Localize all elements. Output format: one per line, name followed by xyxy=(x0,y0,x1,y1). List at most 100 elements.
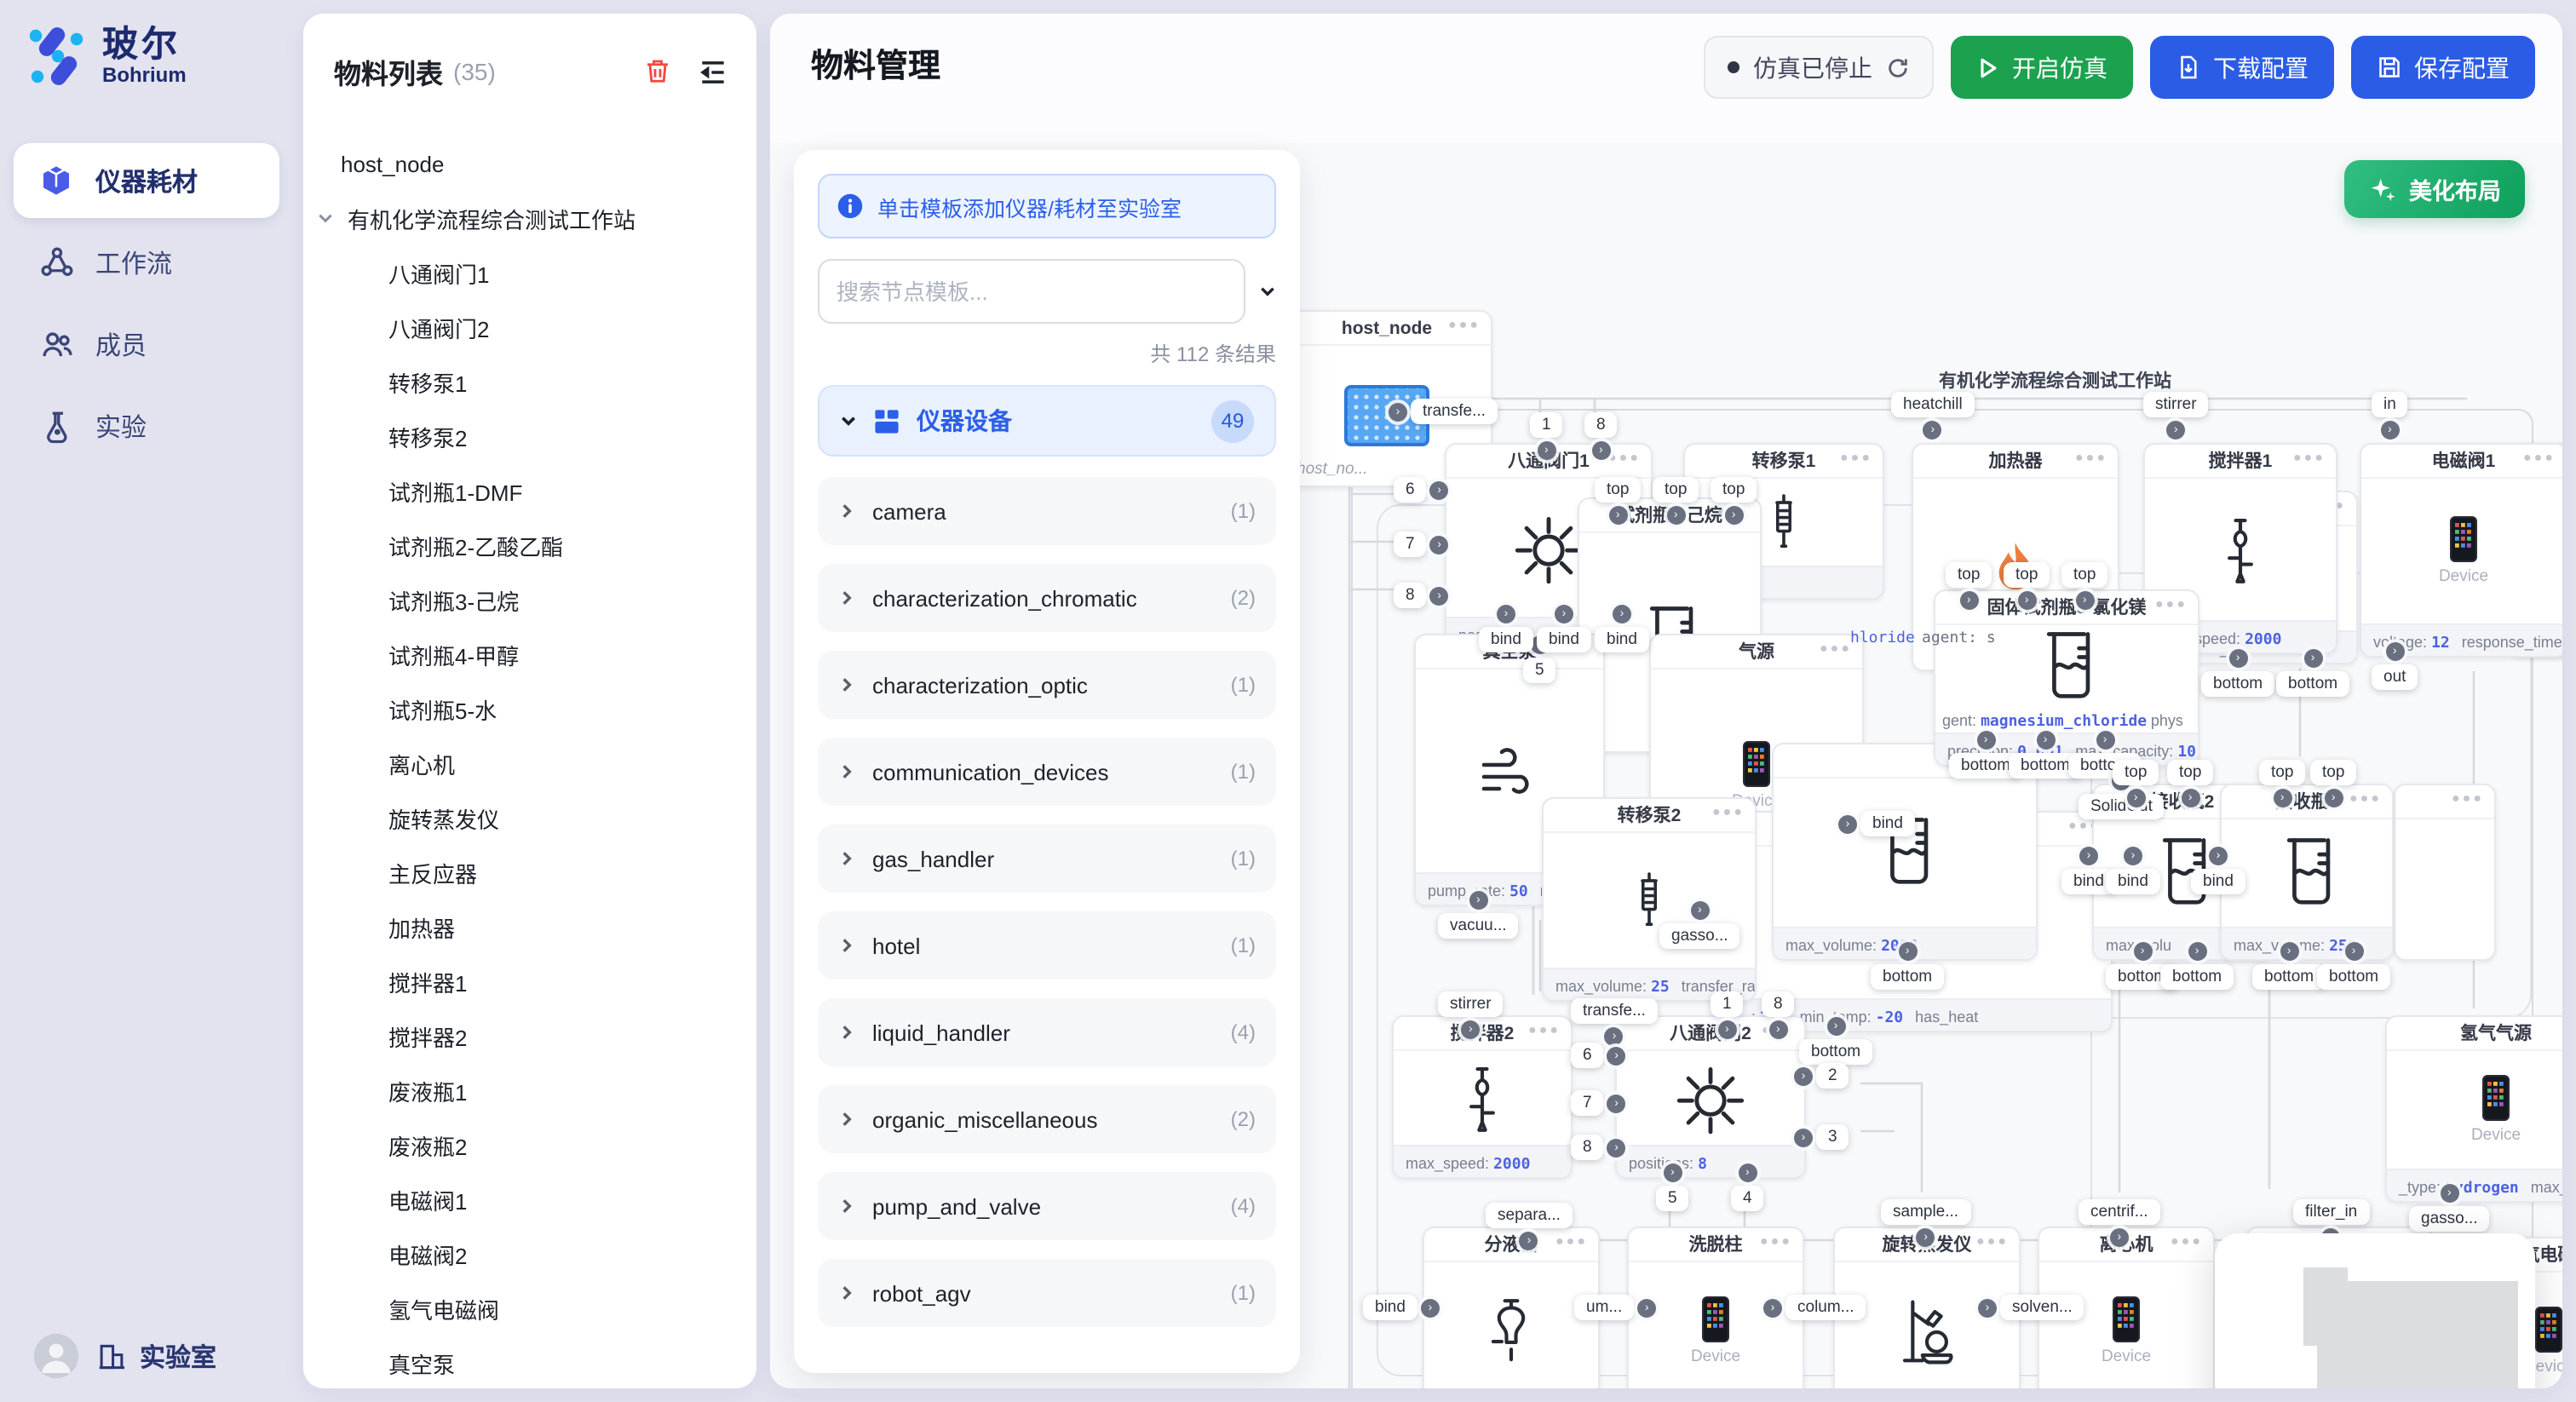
port-dot-icon[interactable]: › xyxy=(1794,1066,1813,1085)
port-bind[interactable]: bind› xyxy=(1363,1295,1417,1320)
tree-item[interactable]: 八通阀门1 xyxy=(303,245,756,300)
port-gasso...[interactable]: gasso...› xyxy=(2409,1206,2490,1232)
tree-item[interactable]: 转移泵2 xyxy=(303,409,756,463)
tree-item[interactable]: 搅拌器2 xyxy=(303,1008,756,1063)
port-dot-icon[interactable]: › xyxy=(1838,814,1857,833)
port-dot-icon[interactable]: › xyxy=(2228,649,2247,668)
tree-item[interactable]: 试剂瓶1-DMF xyxy=(303,463,756,518)
node-menu-icon[interactable]: ●●● xyxy=(1555,1233,1588,1249)
port-5[interactable]: 5› xyxy=(1523,658,1556,683)
canvas-node-八通阀门2[interactable]: 八通阀门2●●●positions: 8 xyxy=(1615,1015,1806,1179)
port-dot-icon[interactable]: › xyxy=(1520,1232,1538,1250)
port-separa...[interactable]: separa...› xyxy=(1486,1203,1573,1228)
tree-item[interactable]: 加热器 xyxy=(303,899,756,954)
port-dot-icon[interactable]: › xyxy=(1605,1027,1624,1046)
avatar[interactable] xyxy=(34,1334,78,1378)
port-bottom[interactable]: bottom› xyxy=(1871,964,1944,990)
port-dot-icon[interactable]: › xyxy=(1430,535,1449,554)
port-dot-icon[interactable]: › xyxy=(2166,421,2185,440)
port-in[interactable]: in› xyxy=(2372,392,2408,417)
port-7[interactable]: 7› xyxy=(1394,531,1427,557)
canvas-node-搅拌器2[interactable]: 搅拌器2●●●max_speed: 2000 xyxy=(1392,1015,1573,1179)
category-item-organic_miscellaneous[interactable]: organic_miscellaneous(2) xyxy=(818,1085,1276,1153)
port-8[interactable]: 8› xyxy=(1762,991,1795,1017)
tree-item[interactable]: 离心机 xyxy=(303,736,756,790)
port-dot-icon[interactable]: › xyxy=(2079,847,2098,865)
port-dot-icon[interactable]: › xyxy=(1607,1046,1626,1065)
port-dot-icon[interactable]: › xyxy=(1591,441,1610,460)
port-dot-icon[interactable]: › xyxy=(2133,942,2152,961)
port-dot-icon[interactable]: › xyxy=(2096,731,2114,750)
port-dot-icon[interactable]: › xyxy=(1768,1020,1787,1039)
port-dot-icon[interactable]: › xyxy=(2380,421,2399,440)
trash-icon[interactable] xyxy=(642,56,673,87)
port-dot-icon[interactable]: › xyxy=(1666,506,1685,525)
sidebar-item-实验[interactable]: 实验 xyxy=(14,388,279,463)
port-top[interactable]: top› xyxy=(1595,477,1641,503)
node-menu-icon[interactable]: ●●● xyxy=(2293,450,2326,465)
port-um...[interactable]: um...› xyxy=(1574,1295,1634,1320)
port-bottom[interactable]: bottom› xyxy=(2317,964,2390,990)
port-bind[interactable]: bind› xyxy=(1479,627,1533,652)
collapse-panel-icon[interactable] xyxy=(1259,283,1276,300)
beautify-layout-button[interactable]: 美化布局 xyxy=(2344,160,2525,218)
port-top[interactable]: top› xyxy=(2113,760,2159,785)
port-vacuu...[interactable]: vacuu...› xyxy=(1438,913,1519,939)
port-bind[interactable]: bind› xyxy=(2191,869,2245,894)
node-menu-icon[interactable]: ●●● xyxy=(2155,596,2188,612)
port-5[interactable]: 5› xyxy=(1656,1186,1689,1211)
node-menu-icon[interactable]: ●●● xyxy=(1528,1022,1561,1037)
tree-item[interactable]: 废液瓶2 xyxy=(303,1118,756,1172)
port-8[interactable]: 8› xyxy=(1571,1135,1604,1160)
port-top[interactable]: top› xyxy=(2310,760,2356,785)
port-top[interactable]: top› xyxy=(2061,562,2107,588)
port-bind[interactable]: bind› xyxy=(2106,869,2160,894)
port-dot-icon[interactable]: › xyxy=(1637,1298,1656,1317)
port-bottom[interactable]: bottom› xyxy=(2252,964,2326,990)
tree-item[interactable]: 八通阀门2 xyxy=(303,300,756,354)
port-dot-icon[interactable]: › xyxy=(2344,942,2363,961)
port-top[interactable]: top› xyxy=(2167,760,2213,785)
port-dot-icon[interactable]: › xyxy=(2126,789,2145,807)
port-solven...[interactable]: solven...› xyxy=(2000,1295,2084,1320)
port-dot-icon[interactable]: › xyxy=(1917,1228,1935,1247)
port-dot-icon[interactable]: › xyxy=(2188,942,2206,961)
port-1[interactable]: 1› xyxy=(1530,412,1563,438)
port-dot-icon[interactable]: › xyxy=(2280,942,2298,961)
lab-entry[interactable]: 实验室 xyxy=(95,1338,216,1374)
port-dot-icon[interactable]: › xyxy=(1923,421,1942,440)
port-dot-icon[interactable]: › xyxy=(1613,605,1631,623)
node-menu-icon[interactable]: ●●● xyxy=(1448,317,1481,332)
port-dot-icon[interactable]: › xyxy=(1555,605,1573,623)
node-menu-icon[interactable]: ●●● xyxy=(1840,450,1872,465)
node-menu-icon[interactable]: ●●● xyxy=(2171,1233,2203,1249)
port-dot-icon[interactable]: › xyxy=(1794,1128,1813,1146)
category-item-hotel[interactable]: hotel(1) xyxy=(818,911,1276,980)
tree-item[interactable]: 主反应器 xyxy=(303,845,756,899)
node-menu-icon[interactable]: ●●● xyxy=(2349,790,2382,806)
port-8[interactable]: 8› xyxy=(1584,412,1618,438)
port-top[interactable]: top› xyxy=(2004,562,2050,588)
port-dot-icon[interactable]: › xyxy=(2303,649,2322,668)
port-dot-icon[interactable]: › xyxy=(2440,1184,2458,1203)
category-item-pump_and_valve[interactable]: pump_and_valve(4) xyxy=(818,1172,1276,1240)
tree-item[interactable]: 试剂瓶5-水 xyxy=(303,681,756,736)
port-dot-icon[interactable]: › xyxy=(1497,605,1515,623)
port-bind[interactable]: bind› xyxy=(1595,627,1649,652)
category-item-characterization_optic[interactable]: characterization_optic(1) xyxy=(818,651,1276,719)
canvas-node-氢气气源[interactable]: 氢气气源●●●Device_type: hydrogenmax_pre xyxy=(2385,1015,2562,1203)
port-top[interactable]: top› xyxy=(1711,477,1757,503)
node-menu-icon[interactable]: ●●● xyxy=(2523,450,2556,465)
category-item-camera[interactable]: camera(1) xyxy=(818,477,1276,545)
port-bottom[interactable]: bottom› xyxy=(2201,671,2274,697)
port-dot-icon[interactable]: › xyxy=(1537,441,1555,460)
download-config-button[interactable]: 下载配置 xyxy=(2150,36,2334,99)
port-dot-icon[interactable]: › xyxy=(1607,1094,1626,1112)
canvas-node-电磁阀1[interactable]: 电磁阀1●●●Devicevoltage: 12response_time: 0… xyxy=(2360,443,2562,658)
node-menu-icon[interactable]: ●●● xyxy=(1976,1233,2009,1249)
tree-item[interactable]: 试剂瓶2-乙酸乙酯 xyxy=(303,518,756,572)
port-dot-icon[interactable]: › xyxy=(1826,1017,1845,1036)
port-dot-icon[interactable]: › xyxy=(1608,506,1627,525)
port-dot-icon[interactable]: › xyxy=(1663,1164,1682,1182)
canvas-node-转移泵2[interactable]: 转移泵2●●●max_volume: 25transfer_rate: 10 xyxy=(1542,797,1757,1002)
